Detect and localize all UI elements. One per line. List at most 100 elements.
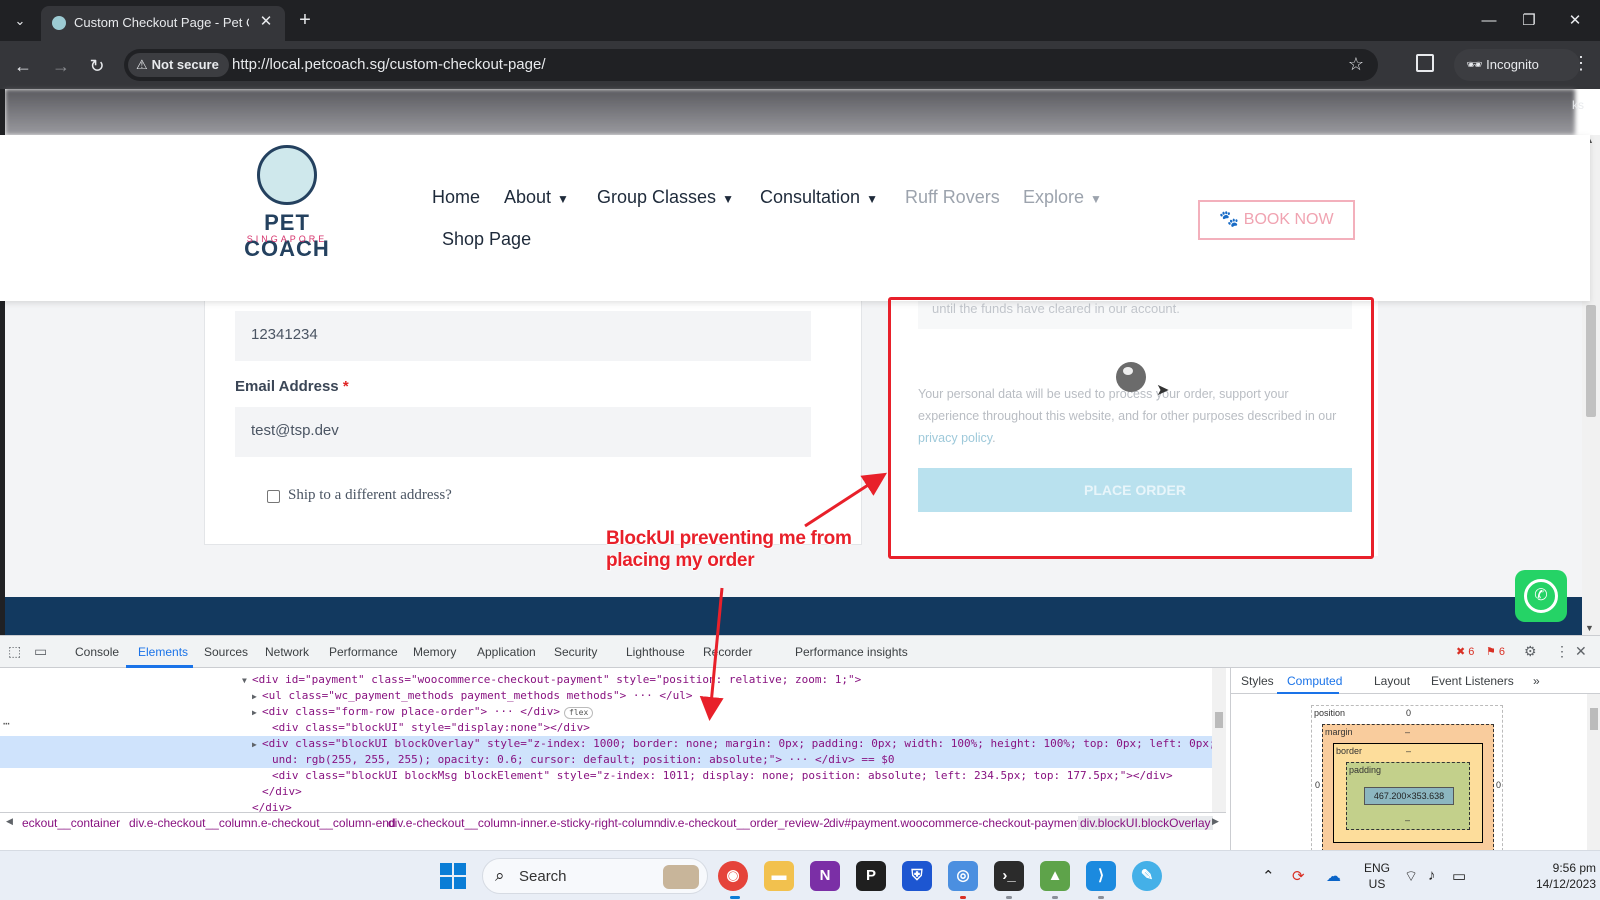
dom-node-line[interactable]: ▶ <ul class="wc_payment_methods payment_m…: [0, 688, 1212, 704]
side-tabs-overflow-icon[interactable]: »: [1533, 674, 1540, 688]
warning-count-badge[interactable]: ⚑ 6: [1486, 645, 1505, 658]
devtools-tab-performance-insights[interactable]: Performance insights: [795, 645, 908, 659]
inspect-element-icon[interactable]: ⬚: [8, 643, 21, 660]
nav-home[interactable]: Home: [432, 187, 480, 208]
breadcrumb-item[interactable]: div#payment.woocommerce-checkout-payment: [829, 816, 1080, 830]
wifi-icon[interactable]: ⌔: [1404, 867, 1418, 886]
address-bar[interactable]: ⚠ Not secure http://local.petcoach.sg/cus…: [124, 49, 1378, 81]
devtools-tab-performance[interactable]: Performance: [329, 645, 398, 659]
browser-tab[interactable]: Custom Checkout Page - Pet Coach ✕: [41, 6, 285, 41]
bookmark-star-icon[interactable]: ☆: [1348, 54, 1364, 75]
devtools-tab-elements[interactable]: Elements: [138, 645, 188, 659]
file-explorer-icon[interactable]: ▬: [764, 861, 794, 891]
volume-icon[interactable]: ♪: [1428, 867, 1436, 884]
image-viewer-icon[interactable]: ▲: [1040, 861, 1070, 891]
ship-different-checkbox[interactable]: [267, 490, 280, 503]
dom-tree-scroll-thumb[interactable]: [1215, 712, 1223, 728]
vscode-icon[interactable]: ⟩: [1086, 861, 1116, 891]
reload-button[interactable]: ↻: [84, 53, 110, 79]
expand-triangle-icon[interactable]: ▶: [252, 737, 262, 753]
onenote-icon[interactable]: N: [810, 861, 840, 891]
breadcrumb-item[interactable]: div.e-checkout__order_review-2: [660, 816, 830, 830]
url-text[interactable]: http://local.petcoach.sg/custom-checkout…: [232, 56, 546, 73]
whatsapp-button[interactable]: ✆: [1515, 570, 1567, 622]
pdf-app-icon[interactable]: P: [856, 861, 886, 891]
forward-button[interactable]: →: [48, 53, 74, 79]
dom-node-line[interactable]: ▶ <div class="form-row place-order"> ··· …: [0, 704, 1212, 720]
elements-dom-tree[interactable]: ▼ <div id="payment" class="woocommerce-ch…: [0, 668, 1212, 828]
selected-node-menu[interactable]: ⋯: [3, 717, 10, 730]
expand-triangle-icon[interactable]: ▶: [252, 705, 262, 721]
onedrive-icon[interactable]: ☁: [1326, 867, 1341, 885]
devtools-close-icon[interactable]: ✕: [1575, 643, 1587, 660]
breadcrumb-item[interactable]: eckout__container: [22, 816, 120, 830]
taskbar-clock[interactable]: 9:56 pm 14/12/2023: [1484, 860, 1596, 892]
bitwarden-icon[interactable]: ⛨: [902, 861, 932, 891]
phone-field[interactable]: 12341234: [235, 311, 811, 361]
dom-node-line[interactable]: <div class="blockUI blockMsg blockElemen…: [0, 768, 1212, 784]
app-icon[interactable]: ◎: [948, 861, 978, 891]
input-language[interactable]: ENG US: [1364, 860, 1390, 892]
incognito-chip[interactable]: 🕶 Incognito: [1454, 49, 1580, 81]
tab-search-button[interactable]: ⌄: [6, 8, 34, 34]
terminal-icon[interactable]: ›_: [994, 861, 1024, 891]
tray-overflow-icon[interactable]: ⌃: [1262, 867, 1275, 885]
new-tab-button[interactable]: +: [293, 9, 317, 33]
devtools-tab-console[interactable]: Console: [75, 645, 119, 659]
settings-gear-icon[interactable]: ⚙: [1524, 643, 1537, 660]
back-button[interactable]: ←: [10, 53, 36, 79]
tab-close-icon[interactable]: ✕: [256, 12, 276, 32]
minimize-button[interactable]: —: [1474, 8, 1504, 34]
devtools-tab-application[interactable]: Application: [477, 645, 536, 659]
nav-explore[interactable]: Explore ▼: [1023, 187, 1102, 208]
devtools-menu-icon[interactable]: ⋮: [1555, 643, 1569, 660]
error-count-badge[interactable]: ✖ 6: [1456, 645, 1474, 658]
breadcrumb-item[interactable]: div.e-checkout__column.e-checkout__colum…: [129, 816, 396, 830]
dom-node-line[interactable]: <div class="blockUI" style="display:none…: [0, 720, 1212, 736]
expand-triangle-icon[interactable]: ▶: [252, 689, 262, 705]
ship-different-label[interactable]: Ship to a different address?: [288, 487, 452, 504]
side-tab-computed[interactable]: Computed: [1287, 674, 1342, 688]
close-window-button[interactable]: ✕: [1560, 8, 1590, 34]
taskbar-search[interactable]: ⌕ Search: [482, 858, 708, 894]
page-scroll-thumb[interactable]: [1586, 305, 1596, 417]
side-panel-icon[interactable]: [1416, 54, 1434, 72]
side-pane-scrollbar[interactable]: [1587, 694, 1600, 851]
nav-about[interactable]: About ▼: [504, 187, 569, 208]
scroll-down-icon[interactable]: ▼: [1585, 623, 1594, 633]
windows-start-icon[interactable]: [440, 863, 466, 889]
side-tab-styles[interactable]: Styles: [1241, 674, 1274, 688]
browser-menu-icon[interactable]: ⋮: [1572, 53, 1590, 74]
dom-node-line[interactable]: </div>: [0, 784, 1212, 800]
breadcrumb-item[interactable]: div.e-checkout__column-inner.e-sticky-ri…: [388, 816, 661, 830]
nav-shop[interactable]: Shop Page: [442, 229, 531, 250]
dom-node-line[interactable]: ▼ <div id="payment" class="woocommerce-ch…: [0, 672, 1212, 688]
bookmarks-overflow[interactable]: ks: [1572, 98, 1584, 112]
breadcrumb-left-arrow-icon[interactable]: ◀: [6, 816, 13, 827]
sync-icon[interactable]: ⟳: [1292, 867, 1305, 885]
side-tab-layout[interactable]: Layout: [1374, 674, 1410, 688]
devtools-tab-memory[interactable]: Memory: [413, 645, 456, 659]
restore-button[interactable]: ❐: [1514, 8, 1544, 34]
site-logo[interactable]: PET COACH SINGAPORE: [224, 145, 350, 261]
book-now-button[interactable]: 🐾 BOOK NOW: [1198, 200, 1355, 240]
expand-triangle-icon[interactable]: ▼: [242, 673, 252, 689]
nav-ruff-rovers[interactable]: Ruff Rovers: [905, 187, 1000, 208]
side-pane-scroll-thumb[interactable]: [1590, 708, 1598, 730]
devtools-tab-security[interactable]: Security: [554, 645, 597, 659]
breadcrumb-item-active[interactable]: div.blockUI.blockOverlay: [1078, 816, 1213, 830]
nav-group-classes[interactable]: Group Classes ▼: [597, 187, 734, 208]
device-toolbar-icon[interactable]: ▭: [34, 643, 47, 660]
nav-consultation[interactable]: Consultation ▼: [760, 187, 878, 208]
devtools-tab-sources[interactable]: Sources: [204, 645, 248, 659]
devtools-tab-lighthouse[interactable]: Lighthouse: [626, 645, 685, 659]
battery-icon[interactable]: ▭: [1452, 867, 1466, 885]
dom-node-line[interactable]: und: rgb(255, 255, 255); opacity: 0.6; c…: [0, 752, 1212, 768]
side-tab-event-listeners[interactable]: Event Listeners: [1431, 674, 1514, 688]
email-field[interactable]: test@tsp.dev: [235, 407, 811, 457]
breadcrumb-right-arrow-icon[interactable]: ▶: [1212, 816, 1219, 827]
security-chip[interactable]: ⚠ Not secure: [128, 53, 229, 77]
dom-tree-scrollbar[interactable]: [1212, 668, 1226, 828]
paint-icon[interactable]: ✎: [1132, 861, 1162, 891]
devtools-tab-recorder[interactable]: Recorder: [703, 645, 752, 659]
